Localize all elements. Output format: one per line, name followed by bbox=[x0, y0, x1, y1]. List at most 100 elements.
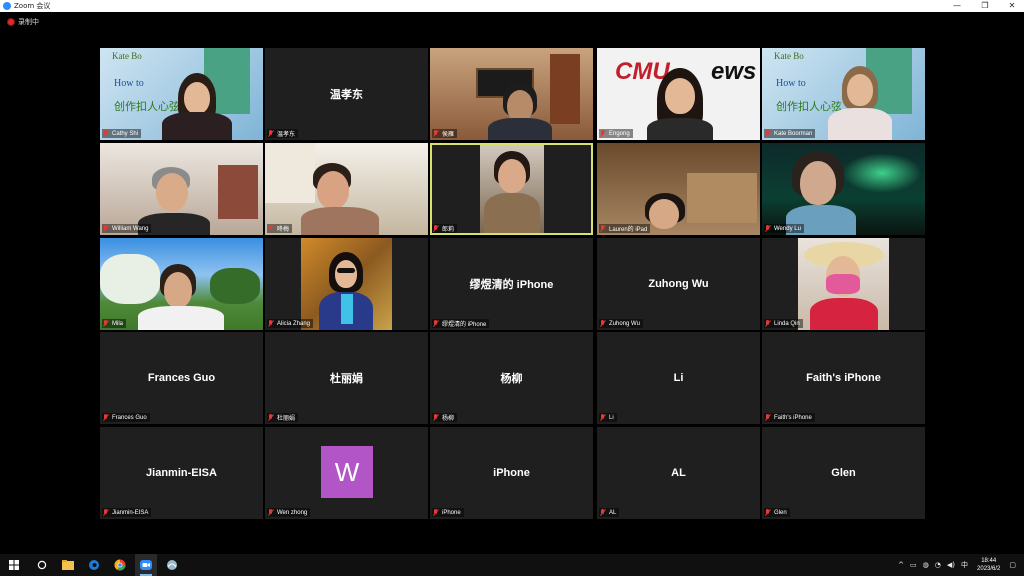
zoom-logo-icon bbox=[3, 2, 11, 10]
cmu-banner-right: ews bbox=[711, 58, 757, 85]
windows-start-icon[interactable] bbox=[3, 554, 25, 576]
recording-dot-icon bbox=[8, 19, 14, 25]
participant-tile-alicia-zhang[interactable]: Alicia Zhang bbox=[265, 238, 428, 330]
participant-label: 咚梅 bbox=[267, 224, 293, 233]
cortana-icon[interactable] bbox=[31, 554, 53, 576]
participant-label: Li bbox=[599, 413, 617, 422]
muted-mic-icon bbox=[600, 320, 606, 327]
participant-tile-jianmin-eisa[interactable]: Jianmin-EISA Jianmin-EISA bbox=[100, 427, 263, 519]
muted-mic-icon bbox=[268, 320, 274, 327]
video-feed bbox=[265, 143, 428, 235]
participant-label: 侯雁 bbox=[432, 129, 458, 138]
participant-display-name: Glen bbox=[831, 467, 856, 479]
participant-name: 杜丽娟 bbox=[277, 416, 296, 422]
participant-tile-kate-boorman[interactable]: Kate Bo How to 创作扣人心弦 Kate Boorman bbox=[762, 48, 925, 140]
participant-tile-iphone[interactable]: iPhone iPhone bbox=[430, 427, 593, 519]
video-feed bbox=[597, 143, 760, 235]
participant-display-name: 杨柳 bbox=[500, 373, 523, 385]
muted-mic-icon bbox=[600, 130, 606, 137]
participant-tile-yang-liu[interactable]: 杨柳 杨柳 bbox=[430, 332, 593, 424]
minimize-button[interactable]: — bbox=[945, 0, 969, 12]
muted-mic-icon bbox=[765, 414, 771, 421]
participant-label: Wen zhong bbox=[267, 508, 311, 517]
edge-browser-icon[interactable] bbox=[83, 554, 105, 576]
muted-mic-icon bbox=[103, 414, 109, 421]
participant-tile-wen-zhong[interactable]: W Wen zhong bbox=[265, 427, 428, 519]
participant-display-name: 杜丽娟 bbox=[330, 373, 363, 385]
participant-name: 杨柳 bbox=[442, 416, 455, 422]
battery-icon[interactable]: ▭ bbox=[910, 561, 917, 569]
participant-label: Kate Boorman bbox=[764, 129, 816, 138]
participant-label: 杨柳 bbox=[432, 413, 458, 422]
participant-tile-faiths-iphone[interactable]: Faith's iPhone Faith's iPhone bbox=[762, 332, 925, 424]
muted-mic-icon bbox=[765, 509, 771, 516]
participant-tile-dongmei[interactable]: 咚梅 bbox=[265, 143, 428, 235]
notification-icon[interactable]: ▢ bbox=[1009, 561, 1016, 569]
chevron-up-icon[interactable]: ^ bbox=[898, 561, 904, 569]
participant-label: Cathy Shi bbox=[102, 129, 142, 138]
video-feed: CMU ews bbox=[597, 48, 760, 140]
network-app-icon[interactable] bbox=[161, 554, 183, 576]
window-titlebar: Zoom 会议 — ❐ ✕ bbox=[0, 0, 1024, 12]
participant-display-name: AL bbox=[671, 467, 686, 479]
participant-tile-glen[interactable]: Glen Glen bbox=[762, 427, 925, 519]
participant-name: Jianmin-EISA bbox=[112, 509, 149, 516]
recording-indicator[interactable]: 录制中 bbox=[0, 12, 1024, 32]
participant-name: Mila bbox=[112, 320, 124, 327]
participant-label: Faith's iPhone bbox=[764, 413, 815, 422]
participant-tile-wendy-lu[interactable]: Wendy Lu bbox=[762, 143, 925, 235]
ime-indicator[interactable]: 中 bbox=[961, 560, 968, 570]
participant-name: Faith's iPhone bbox=[774, 414, 812, 421]
participant-tile-engong[interactable]: CMU ews Engong bbox=[597, 48, 760, 140]
participant-label: Mila bbox=[102, 319, 127, 328]
participant-tile-mila[interactable]: Mila bbox=[100, 238, 263, 330]
file-explorer-icon[interactable] bbox=[57, 554, 79, 576]
volume-icon[interactable]: ◀) bbox=[947, 561, 955, 569]
participant-tile-lang-li-active-speaker[interactable]: 郎莉 bbox=[430, 143, 593, 235]
video-feed bbox=[762, 143, 925, 235]
participant-label: Wendy Lu bbox=[764, 224, 804, 233]
participant-tile-li[interactable]: Li Li bbox=[597, 332, 760, 424]
participant-tile-hou-yan[interactable]: 侯雁 bbox=[430, 48, 593, 140]
participant-tile-lauren-ipad[interactable]: Lauren的 iPad bbox=[597, 143, 760, 235]
participant-name: Glen bbox=[774, 509, 787, 516]
participant-tile-wen-xiaodong[interactable]: 温孝东 温孝东 bbox=[265, 48, 428, 140]
participant-tile-al[interactable]: AL AL bbox=[597, 427, 760, 519]
participant-display-name: 温孝东 bbox=[330, 89, 363, 101]
wifi-icon[interactable]: ◔ bbox=[935, 561, 941, 569]
participant-display-name: Jianmin-EISA bbox=[146, 467, 217, 479]
recording-label: 录制中 bbox=[18, 18, 39, 26]
participant-tile-frances-guo[interactable]: Frances Guo Frances Guo bbox=[100, 332, 263, 424]
participant-label: Linda Qin bbox=[764, 319, 803, 328]
muted-mic-icon bbox=[433, 414, 439, 421]
clock-date: 2023/6/2 bbox=[977, 566, 1001, 572]
participant-name: Lauren的 iPad bbox=[609, 227, 648, 233]
participant-tile-cathy-shi[interactable]: Kate Bo How to 创作扣人心弦 Cathy Shi bbox=[100, 48, 263, 140]
participant-tile-miao-iphone[interactable]: 缪煜清的 iPhone 缪煜清的 iPhone bbox=[430, 238, 593, 330]
close-button[interactable]: ✕ bbox=[1000, 0, 1024, 12]
clock-time: 18:44 bbox=[981, 558, 997, 564]
zoom-app-icon[interactable] bbox=[135, 554, 157, 576]
participant-tile-william-wang[interactable]: William Wang bbox=[100, 143, 263, 235]
restore-button[interactable]: ❐ bbox=[973, 0, 997, 12]
video-feed bbox=[100, 143, 263, 235]
slide-how-text: How to bbox=[776, 78, 806, 89]
participant-display-name: iPhone bbox=[493, 467, 530, 479]
participant-tile-du-lijuan[interactable]: 杜丽娟 杜丽娟 bbox=[265, 332, 428, 424]
participant-tile-linda-qin[interactable]: Linda Qin bbox=[762, 238, 925, 330]
participant-name: Zuhong Wu bbox=[609, 320, 640, 327]
participant-name: Cathy Shi bbox=[112, 130, 139, 137]
muted-mic-icon bbox=[765, 225, 771, 232]
chrome-browser-icon[interactable] bbox=[109, 554, 131, 576]
participant-name: Frances Guo bbox=[112, 414, 147, 421]
participant-name: Kate Boorman bbox=[774, 130, 813, 137]
participant-tile-zuhong-wu[interactable]: Zuhong Wu Zuhong Wu bbox=[597, 238, 760, 330]
slide-chinese-text: 创作扣人心弦 bbox=[776, 101, 842, 113]
network-icon[interactable]: ◍ bbox=[923, 561, 929, 569]
participant-name: Linda Qin bbox=[774, 320, 800, 327]
slide-author-text: Kate Bo bbox=[774, 51, 804, 61]
muted-mic-icon bbox=[765, 320, 771, 327]
clock[interactable]: 18:44 2023/6/2 bbox=[977, 557, 1000, 573]
muted-mic-icon bbox=[433, 225, 439, 232]
slide-author-text: Kate Bo bbox=[112, 51, 142, 61]
